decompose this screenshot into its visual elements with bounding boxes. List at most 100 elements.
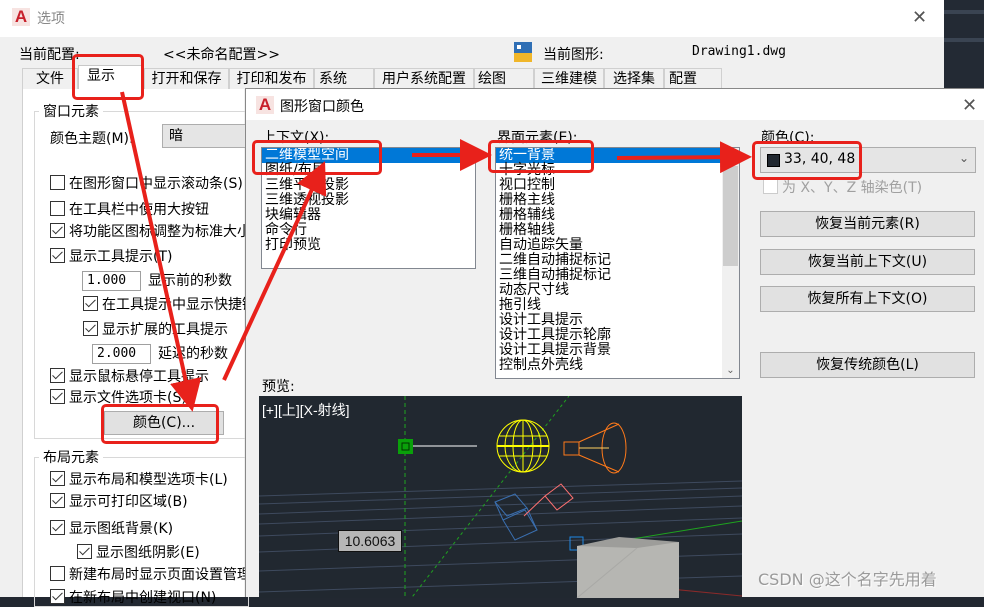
context-label: 上下文(X): xyxy=(262,130,330,146)
tab-selection[interactable]: 选择集 xyxy=(604,68,664,90)
interface-element-list-item[interactable]: 视口控制 xyxy=(496,178,722,193)
box-solid-front xyxy=(577,542,679,598)
scrollbar-thumb[interactable] xyxy=(723,166,738,266)
show-shortcut-checkbox[interactable]: 在工具提示中显示快捷键 xyxy=(83,296,256,314)
interface-element-label: 界面元素(E): xyxy=(497,130,578,146)
z-axis-line xyxy=(410,396,570,598)
context-list-item[interactable]: 命令行 xyxy=(262,223,475,238)
display-tab-page: 窗口元素 颜色主题(M): 暗 在图形窗口中显示滚动条(S) 在工具栏中使用大按… xyxy=(22,89,265,607)
tab-display[interactable]: 显示 xyxy=(78,65,144,90)
context-list-item[interactable]: 三维透视投影 xyxy=(262,193,475,208)
color-theme-select[interactable]: 暗 xyxy=(162,124,252,148)
context-list-item[interactable]: 打印预览 xyxy=(262,238,475,253)
options-close-button[interactable]: ✕ xyxy=(912,9,927,27)
context-list-item[interactable]: 块编辑器 xyxy=(262,208,475,223)
interface-element-list-item[interactable]: 动态尺寸线 xyxy=(496,283,722,298)
scroll-up-icon[interactable]: ▲ xyxy=(722,149,739,160)
rollover-tooltips-checkbox[interactable]: 显示鼠标悬停工具提示 xyxy=(50,368,209,386)
drawing-file-icon xyxy=(514,42,532,62)
show-tooltips-checkbox[interactable]: 显示工具提示(T) xyxy=(50,248,172,266)
scrollbars-checkbox[interactable]: 在图形窗口中显示滚动条(S) xyxy=(50,175,243,193)
options-titlebar: A 选项 ✕ xyxy=(0,0,944,37)
spotlight-icon xyxy=(563,422,627,474)
interface-element-list-item[interactable]: 栅格主线 xyxy=(496,193,722,208)
camera-red-icon xyxy=(523,483,574,517)
tab-drafting[interactable]: 绘图 xyxy=(474,68,534,90)
element-list-scrollbar[interactable]: ▲ ⌄ xyxy=(722,148,739,378)
restore-element-button[interactable]: 恢复当前元素(R) xyxy=(760,211,975,237)
scroll-down-icon[interactable]: ⌄ xyxy=(722,365,739,376)
color-value: 33, 40, 48 xyxy=(784,151,856,167)
paper-background-checkbox[interactable]: 显示图纸背景(K) xyxy=(50,520,173,538)
ribbon-icons-checkbox[interactable]: 将功能区图标调整为标准大小 xyxy=(50,223,251,241)
autocad-logo-icon: A xyxy=(12,8,30,26)
page-setup-manager-checkbox[interactable]: 新建布局时显示页面设置管理器 xyxy=(50,566,265,584)
printable-area-checkbox[interactable]: 显示可打印区域(B) xyxy=(50,493,188,511)
interface-element-list-item[interactable]: 拖引线 xyxy=(496,298,722,313)
current-drawing-label: 当前图形: xyxy=(543,47,604,63)
interface-element-list-item[interactable]: 栅格轴线 xyxy=(496,223,722,238)
color-dialog-title: 图形窗口颜色 xyxy=(280,99,364,115)
tab-system[interactable]: 系统 xyxy=(314,68,374,90)
color-dialog-close-button[interactable]: ✕ xyxy=(962,97,977,115)
current-drawing-value: Drawing1.dwg xyxy=(692,44,786,59)
restore-classic-colors-button[interactable]: 恢复传统颜色(L) xyxy=(760,352,975,378)
paper-shadow-checkbox[interactable]: 显示图纸阴影(E) xyxy=(77,544,200,562)
interface-element-list-item[interactable]: 栅格辅线 xyxy=(496,208,722,223)
interface-element-list-item[interactable]: 三维自动捕捉标记 xyxy=(496,268,722,283)
tab-files[interactable]: 文件 xyxy=(22,68,78,90)
file-tabs-checkbox[interactable]: 显示文件选项卡(S) xyxy=(50,389,187,407)
context-list[interactable]: 二维模型空间 图纸/布局 三维平行投影 三维透视投影 块编辑器 命令行 打印预览 xyxy=(261,147,476,269)
tab-user-preferences[interactable]: 用户系统配置 xyxy=(374,68,474,90)
colors-button[interactable]: 颜色(C)... xyxy=(104,411,224,435)
preview-label: 预览: xyxy=(262,379,295,395)
extended-delay-input[interactable]: 2.000 xyxy=(92,344,151,364)
context-list-item[interactable]: 三维平行投影 xyxy=(262,178,475,193)
tint-axes-checkbox[interactable]: 为 X、Y、Z 轴染色(T) xyxy=(763,179,922,197)
interface-element-list-item[interactable]: 二维自动捕捉标记 xyxy=(496,253,722,268)
interface-element-list[interactable]: 统一背景 十字光标 视口控制 栅格主线 栅格辅线 栅格轴线 自动追踪矢量 二维自动捕捉标记 三维… xyxy=(495,147,740,379)
color-label: 颜色(C): xyxy=(761,130,815,146)
context-list-item[interactable]: 二维模型空间 xyxy=(262,148,475,163)
viewport-controls-label: [+][上][X-射线] xyxy=(262,402,350,418)
current-profile-label: 当前配置: xyxy=(19,47,80,63)
sphere-light-icon xyxy=(496,419,550,473)
preview-viewport: [+][上][X-射线] 10.6063 xyxy=(259,396,742,598)
drawing-window-colors-dialog: A 图形窗口颜色 ✕ 上下文(X): 二维模型空间 图纸/布局 三维平行投影 三维透视… xyxy=(245,88,984,598)
interface-element-list-item[interactable]: 十字光标 xyxy=(496,163,722,178)
color-theme-label: 颜色主题(M): xyxy=(50,131,134,147)
interface-element-list-item[interactable]: 自动追踪矢量 xyxy=(496,238,722,253)
interface-element-list-item[interactable]: 设计工具提示背景 xyxy=(496,343,722,358)
interface-element-list-item[interactable]: 控制点外壳线 xyxy=(496,358,722,373)
ucs-grip-icon xyxy=(398,439,413,454)
color-swatch xyxy=(767,154,780,167)
current-profile-value: <<未命名配置>> xyxy=(163,47,280,63)
options-title: 选项 xyxy=(37,11,65,27)
extended-tooltips-checkbox[interactable]: 显示扩展的工具提示 xyxy=(83,321,228,339)
tab-profiles[interactable]: 配置 xyxy=(664,68,722,90)
layout-model-tabs-checkbox[interactable]: 显示布局和模型选项卡(L) xyxy=(50,471,228,489)
dimension-input-tooltip: 10.6063 xyxy=(338,530,402,552)
chevron-down-icon: ⌄ xyxy=(959,151,970,165)
restore-all-contexts-button[interactable]: 恢复所有上下文(O) xyxy=(760,286,975,312)
create-viewport-checkbox[interactable]: 在新布局中创建视口(N) xyxy=(50,589,216,607)
tab-open-save[interactable]: 打开和保存 xyxy=(144,68,229,90)
tooltip-delay-label: 显示前的秒数 xyxy=(148,273,232,289)
tab-3d-modeling[interactable]: 三维建模 xyxy=(534,68,604,90)
interface-element-list-item[interactable]: 设计工具提示轮廓 xyxy=(496,328,722,343)
interface-element-list-item[interactable]: 设计工具提示 xyxy=(496,313,722,328)
watermark: CSDN @这个名字先用着 xyxy=(758,570,937,589)
color-select[interactable]: 33, 40, 48 ⌄ xyxy=(760,147,976,173)
context-list-item[interactable]: 图纸/布局 xyxy=(262,163,475,178)
camera-blue-icon xyxy=(494,493,538,541)
window-elements-label: 窗口元素 xyxy=(39,101,103,121)
color-dialog-titlebar: A 图形窗口颜色 ✕ xyxy=(246,89,984,120)
large-buttons-checkbox[interactable]: 在工具栏中使用大按钮 xyxy=(50,201,209,219)
restore-context-button[interactable]: 恢复当前上下文(U) xyxy=(760,249,975,275)
layout-elements-label: 布局元素 xyxy=(39,447,103,467)
autocad-logo-icon: A xyxy=(256,96,274,114)
tab-plot-publish[interactable]: 打印和发布 xyxy=(229,68,314,90)
extended-delay-label: 延迟的秒数 xyxy=(158,346,228,362)
tooltip-delay-input[interactable]: 1.000 xyxy=(82,271,141,291)
interface-element-list-item[interactable]: 统一背景 xyxy=(496,148,722,163)
